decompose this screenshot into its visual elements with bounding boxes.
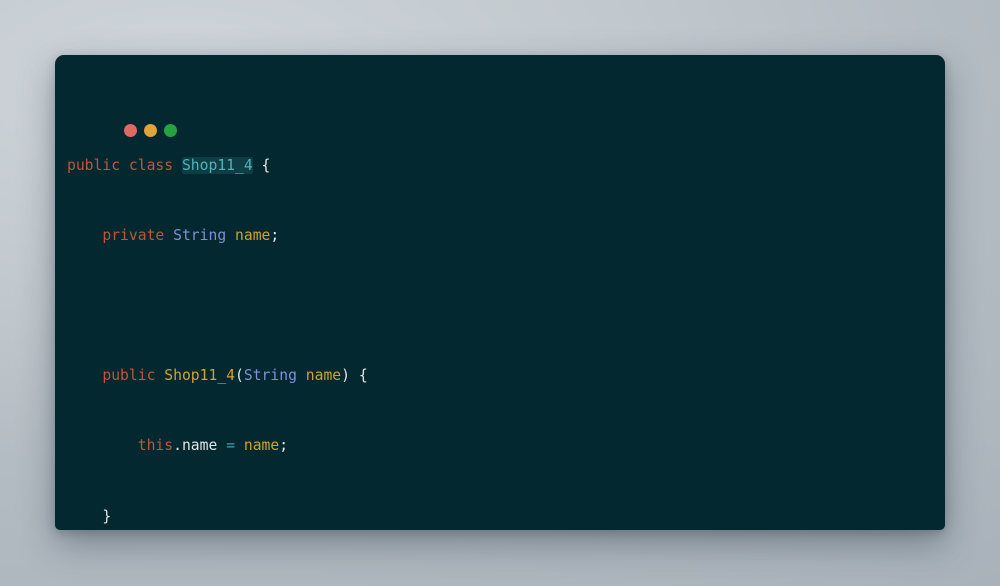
code-line: this.name = name; bbox=[137, 437, 289, 455]
window-titlebar[interactable] bbox=[55, 55, 945, 137]
code-line: public class Shop11_4 { bbox=[67, 156, 271, 174]
desktop-background: public class Shop11_4 { private String n… bbox=[0, 0, 1000, 586]
code-line: private String name; bbox=[102, 226, 280, 244]
code-line: public Shop11_4(String name) { bbox=[102, 367, 368, 385]
code-block[interactable]: public class Shop11_4 { private String n… bbox=[67, 104, 937, 530]
highlighted-class-name[interactable]: Shop11_4 bbox=[181, 156, 253, 174]
code-snippet-window: public class Shop11_4 { private String n… bbox=[55, 55, 945, 530]
code-line: } bbox=[67, 507, 112, 525]
